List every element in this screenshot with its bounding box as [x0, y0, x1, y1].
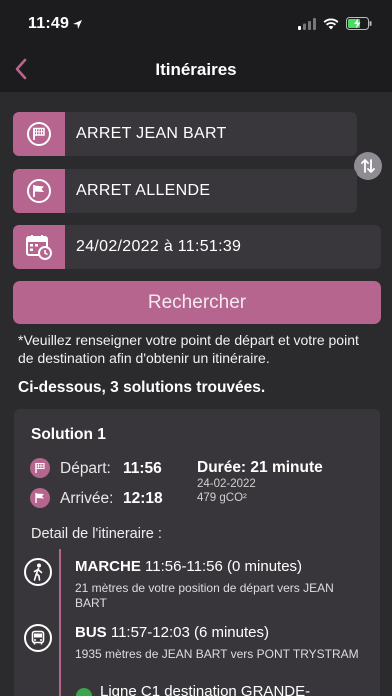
bus-icon — [24, 624, 52, 652]
step-walk-mode: MARCHE — [75, 558, 141, 575]
swap-button[interactable] — [354, 152, 382, 180]
status-bar: 11:49 — [0, 0, 392, 48]
page-title: Itinéraires — [155, 60, 237, 79]
battery-charging-icon — [346, 17, 372, 30]
depart-flag-icon — [30, 458, 50, 478]
step-bus-header: BUS 11:57-12:03 (6 minutes) — [75, 624, 269, 641]
datetime-value: 24/02/2022 à 11:51:39 — [76, 238, 242, 255]
signal-icon — [298, 17, 316, 30]
duration: Durée: 21 minute — [197, 459, 323, 476]
departure-field[interactable]: ARRET JEAN BART — [13, 112, 357, 156]
wifi-icon — [323, 18, 339, 29]
step-bus-timing: 11:57-12:03 (6 minutes) — [110, 624, 269, 641]
solution-title: Solution 1 — [31, 426, 106, 443]
detail-title: Detail de l'itineraire : — [31, 526, 162, 542]
navigation-bar: Itinéraires — [0, 48, 392, 92]
line-badge — [76, 688, 92, 696]
solution-date: 24-02-2022 — [197, 478, 256, 490]
calendar-clock-icon — [26, 235, 52, 260]
line-destination: Ligne C1 destination GRANDE- — [100, 683, 311, 696]
arrival-flag-icon — [30, 488, 50, 508]
step-bus-description: 1935 mètres de JEAN BART vers PONT TRYST… — [75, 647, 359, 661]
swap-vertical-icon — [361, 159, 375, 173]
arrivee-label: Arrivée: — [60, 490, 114, 507]
co2-emission: 479 gCO² — [197, 492, 247, 504]
arrivee-time: 12:18 — [123, 490, 163, 507]
arrival-field[interactable]: ARRET ALLENDE — [13, 169, 357, 213]
departure-value: ARRET JEAN BART — [76, 125, 227, 142]
arrival-value: ARRET ALLENDE — [76, 182, 211, 199]
solution-card[interactable]: Solution 1 Départ: 11:56 Arrivée: 12:18 … — [14, 409, 380, 696]
search-button[interactable]: Rechercher — [13, 281, 381, 324]
status-time: 11:49 — [28, 15, 70, 32]
datetime-field[interactable]: 24/02/2022 à 11:51:39 — [13, 225, 381, 269]
step-walk-header: MARCHE 11:56-11:56 (0 minutes) — [75, 558, 302, 575]
depart-label: Départ: — [60, 460, 111, 477]
location-arrow-icon — [73, 20, 82, 29]
timeline-line — [59, 549, 61, 696]
status-indicators — [298, 17, 372, 30]
flag-start-icon — [27, 122, 51, 146]
depart-time: 11:56 — [123, 460, 162, 477]
walk-icon — [24, 558, 52, 586]
step-bus-mode: BUS — [75, 624, 107, 641]
flag-end-icon — [27, 179, 51, 203]
info-note: *Veuillez renseigner votre point de dépa… — [18, 332, 359, 366]
step-walk-description: 21 mètres de votre position de départ ve… — [75, 581, 334, 610]
results-summary: Ci-dessous, 3 solutions trouvées. — [18, 379, 266, 396]
step-walk-timing: 11:56-11:56 (0 minutes) — [145, 558, 303, 575]
